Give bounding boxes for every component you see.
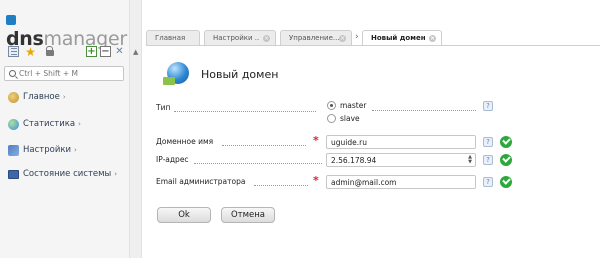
menu-search-input[interactable] (19, 68, 121, 79)
sidebar-toolbar: ★ + − ✕ (8, 46, 128, 60)
chevron-right-icon: › (78, 120, 81, 128)
sidebar: dnsmanager ★ + − ✕ Главное › Статистика … (0, 0, 130, 258)
home-icon (8, 91, 19, 103)
tab-label: Главная (155, 34, 186, 42)
tab-bar: Главная Настройки .. × Управление... × ›… (146, 30, 600, 46)
sidebar-item-statistics[interactable]: Статистика › (8, 117, 81, 131)
required-mark: * (313, 174, 319, 187)
pin-icon[interactable]: ✕ (114, 46, 125, 57)
favorites-star-icon[interactable]: ★ (25, 46, 36, 58)
chevron-right-icon: › (74, 146, 77, 154)
type-master-label: master (340, 101, 367, 110)
tab-new-domain[interactable]: Новый домен × (362, 30, 442, 45)
sidebar-item-settings[interactable]: Настройки › (8, 143, 77, 157)
valid-check-icon (500, 176, 512, 188)
menu-view-icon[interactable] (8, 46, 19, 57)
tab-label: Новый домен (371, 34, 426, 42)
tab-label: Настройки .. (213, 34, 260, 42)
close-tab-icon[interactable]: × (339, 35, 346, 42)
ok-button[interactable]: Ok (157, 207, 211, 223)
globe-icon (8, 118, 19, 130)
sidebar-item-label: Настройки (23, 145, 72, 155)
monitor-icon (8, 169, 19, 179)
app-logo[interactable]: dnsmanager (6, 9, 129, 49)
admin-email-input[interactable] (331, 177, 461, 188)
admin-email-label: Email администратора (156, 177, 246, 186)
help-icon[interactable]: ? (483, 177, 493, 187)
expand-all-icon[interactable]: + (86, 46, 97, 57)
tab-settings[interactable]: Настройки .. × (204, 30, 276, 45)
tools-icon (8, 144, 19, 156)
label-leader (194, 163, 322, 164)
close-tab-icon[interactable]: × (263, 35, 270, 42)
label-leader (222, 145, 306, 146)
sidebar-item-label: Главное (23, 92, 60, 102)
lock-icon[interactable] (44, 46, 55, 57)
row-type: Тип (156, 101, 516, 115)
option-leader (372, 110, 476, 111)
required-mark: * (313, 134, 319, 147)
sidebar-item-main[interactable]: Главное › (8, 90, 66, 104)
domain-name-field[interactable] (326, 135, 476, 149)
help-icon[interactable]: ? (483, 137, 493, 147)
admin-email-field[interactable] (326, 175, 476, 189)
collapse-caret-icon[interactable]: ▲ (133, 48, 138, 56)
valid-check-icon (500, 154, 512, 166)
help-icon[interactable]: ? (483, 155, 493, 165)
domain-name-label: Доменное имя (156, 137, 214, 146)
ip-address-field[interactable]: ▲▼ (326, 153, 476, 167)
help-icon[interactable]: ? (483, 101, 493, 111)
valid-check-icon (500, 136, 512, 148)
sidebar-item-label: Состояние системы (23, 169, 112, 179)
tab-label: Управление... (289, 34, 340, 42)
sidebar-item-system-status[interactable]: Состояние системы › (8, 167, 117, 181)
label-leader (174, 111, 316, 112)
tab-main[interactable]: Главная (146, 30, 200, 45)
ip-stepper-icon[interactable]: ▲ ▼ (468, 155, 472, 165)
chevron-right-icon: › (114, 170, 118, 178)
type-label: Тип (156, 103, 171, 112)
close-tab-icon[interactable]: × (429, 35, 436, 42)
collapse-all-icon[interactable]: − (100, 46, 111, 57)
sidebar-collapse-bar[interactable]: ▲ (130, 0, 142, 258)
tab-divider (146, 45, 600, 46)
search-icon (9, 70, 16, 77)
tab-separator-icon: › (355, 32, 359, 42)
type-slave-radio[interactable] (327, 114, 336, 123)
chevron-right-icon: › (62, 93, 66, 101)
tab-management[interactable]: Управление... × (280, 30, 352, 45)
menu-search-box[interactable] (4, 66, 124, 81)
type-slave-label: slave (340, 114, 360, 123)
sidebar-item-label: Статистика (23, 119, 76, 129)
logo-mark-icon (6, 15, 16, 25)
domain-globe-icon (163, 60, 192, 86)
label-leader (254, 185, 308, 186)
type-master-radio[interactable] (327, 101, 336, 110)
cancel-button[interactable]: Отмена (221, 207, 275, 223)
domain-name-input[interactable] (331, 137, 461, 148)
ip-address-input[interactable] (331, 155, 461, 166)
ip-address-label: IP-адрес (156, 155, 189, 164)
page-title: Новый домен (201, 68, 279, 81)
